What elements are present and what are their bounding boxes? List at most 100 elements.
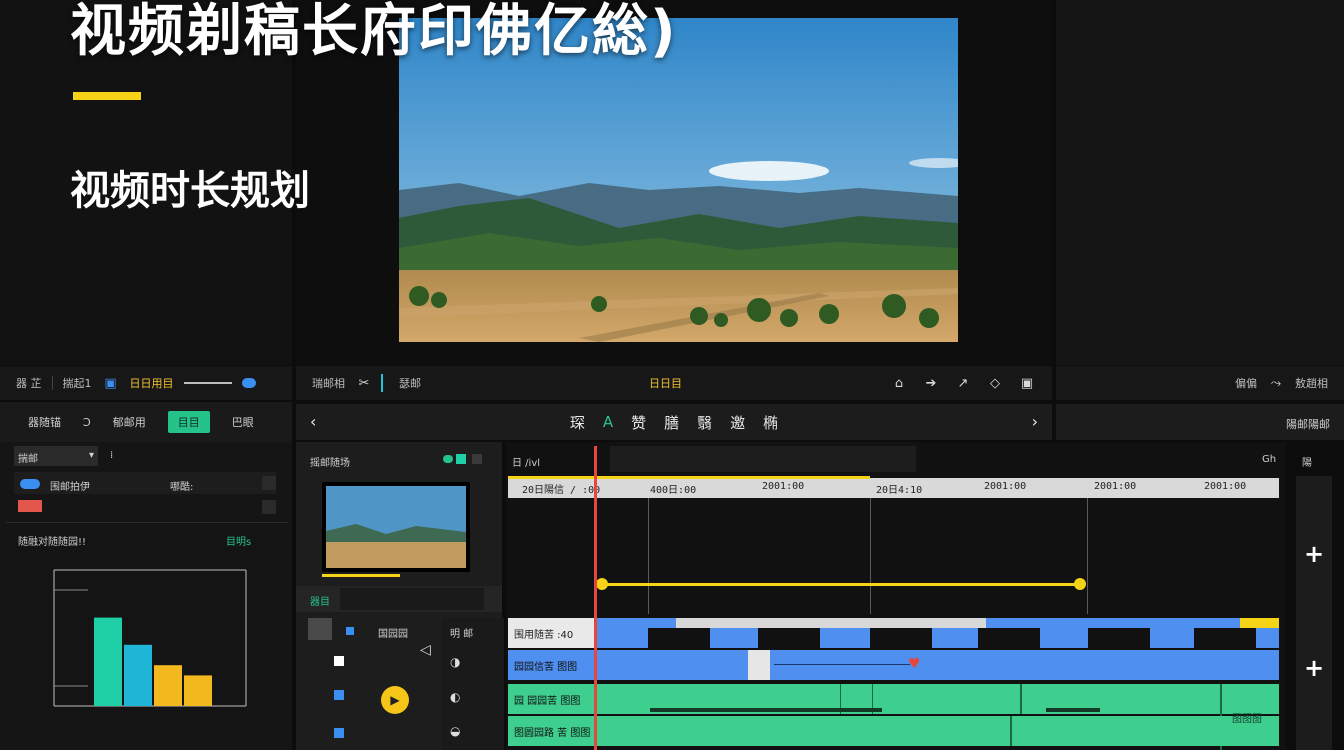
left-panel-tabs: 器随锚 Ↄ 郁邮用 目目 巴眼 <box>0 402 292 442</box>
track-0-white-band <box>676 618 986 628</box>
nav-item-1[interactable]: A <box>603 413 613 431</box>
timeline-header-bar <box>610 446 916 472</box>
up-arrow-icon[interactable]: ↗ <box>954 374 972 392</box>
zoom-slider-knob[interactable] <box>241 378 256 388</box>
track-0-gap-2 <box>758 628 820 648</box>
clip-progress <box>322 574 400 577</box>
track-0-gap-5 <box>1088 628 1150 648</box>
keyframe-end[interactable] <box>1074 578 1086 590</box>
right-panel-header: 陽邮陽邮 <box>1056 404 1344 440</box>
toolbar-right-label-2[interactable]: 敖趙相 <box>1295 375 1328 391</box>
gridline-2 <box>870 498 871 614</box>
blue-marker-2 <box>334 690 344 700</box>
bar-chart <box>53 569 247 707</box>
arrow-right-icon[interactable]: ➔ <box>922 374 940 392</box>
clip-thumbnail[interactable] <box>322 482 470 572</box>
right-toolbar: 偏偏 ⤳ 敖趙相 <box>1056 366 1344 400</box>
ruler-tick-0: 20日陽信 / :00 <box>522 485 601 496</box>
property-label-1: 围邮拍伊 <box>50 482 90 493</box>
property-button[interactable] <box>262 476 276 490</box>
prev-arrow-icon[interactable]: ‹ <box>310 412 316 431</box>
title-accent-bar <box>73 92 141 100</box>
keyframe-start[interactable] <box>596 578 608 590</box>
track-end-label: 图图图 <box>1232 714 1262 725</box>
speaker-icon[interactable]: ◐ <box>450 690 460 704</box>
pointer-icon[interactable]: ◁ <box>420 642 431 658</box>
lock-icon[interactable]: ◒ <box>450 724 460 738</box>
diamond-icon[interactable]: ◇ <box>986 374 1004 392</box>
track-label-2[interactable]: 园 园园苦 图图 <box>508 684 596 714</box>
tab-2-active[interactable]: 目目 <box>167 411 210 433</box>
bar-0 <box>94 617 122 706</box>
toolbar-divider <box>381 374 383 392</box>
audio-icon[interactable]: ◑ <box>450 655 460 669</box>
warning-badge <box>18 500 42 512</box>
track-2-waveform <box>650 708 882 712</box>
cut-icon[interactable]: ✂ <box>355 374 373 392</box>
top-right-panel <box>1056 0 1344 365</box>
heart-icon[interactable]: ♥ <box>908 656 921 672</box>
dropdown-value: 揣邮 <box>18 454 38 465</box>
tab-1[interactable]: 郁邮用 <box>113 414 146 430</box>
time-ruler[interactable]: 20日陽信 / :00 400日:00 2001:00 20日4:10 2001… <box>508 478 1279 498</box>
track-label-1[interactable]: 园园信苦 图图 <box>508 650 596 680</box>
track-label-0[interactable]: 围用随苦 :40 <box>508 618 596 648</box>
right-header-label: 陽邮陽邮 <box>1286 418 1330 431</box>
nav-item-2[interactable]: 赞 <box>631 412 646 433</box>
nav-item-6[interactable]: 椭 <box>763 412 778 433</box>
track-label-3[interactable]: 图圆园路 苦 图图 <box>508 716 596 746</box>
save-icon[interactable]: ▣ <box>102 374 120 392</box>
timeline-header-left: 日 /ivl <box>512 458 541 469</box>
property-button-2[interactable] <box>262 500 276 514</box>
toolbar-left-label-2[interactable]: 揣起1 <box>63 375 92 391</box>
toggle-icon[interactable] <box>20 479 40 489</box>
nav-item-4[interactable]: 翳 <box>697 412 712 433</box>
chevron-down-icon: ▾ <box>88 450 94 461</box>
track-1-clip-handle[interactable] <box>748 650 770 680</box>
media-section-input[interactable] <box>340 588 484 610</box>
playhead[interactable] <box>594 446 597 750</box>
status-square-2 <box>472 454 482 464</box>
nav-item-3[interactable]: 膳 <box>664 412 679 433</box>
clip-label: 国园园 <box>378 629 408 640</box>
blue-marker <box>346 627 354 635</box>
nav-item-0[interactable]: 琛 <box>570 412 585 433</box>
timecode-display: 日日目 <box>649 377 682 390</box>
fullscreen-icon[interactable]: ▣ <box>1018 374 1036 392</box>
blue-marker-3 <box>334 728 344 738</box>
play-button[interactable]: ▶ <box>381 686 409 714</box>
home-icon[interactable]: ⌂ <box>890 374 908 392</box>
media-section-label: 器目 <box>310 597 330 608</box>
ruler-tick-3: 20日4:10 <box>876 485 923 496</box>
track-clip-1[interactable] <box>596 650 1279 680</box>
link-icon[interactable]: ⤳ <box>1267 374 1285 392</box>
tab-0[interactable]: 器随锚 <box>28 414 61 430</box>
tab-icon[interactable]: Ↄ <box>83 416 91 429</box>
add-clip-button[interactable]: + <box>1304 654 1324 682</box>
color-swatch[interactable] <box>308 618 332 640</box>
ruler-tick-1: 400日:00 <box>650 485 697 496</box>
nav-item-5[interactable]: 邀 <box>730 412 745 433</box>
bar-1 <box>124 644 152 706</box>
toolbar-left-label-3: 日日用目 <box>129 377 174 390</box>
hero-title: 视频剃稿长府印佛亿総) <box>70 0 678 64</box>
timeline-header-right-2: 陽 <box>1302 458 1312 469</box>
zoom-slider-track[interactable] <box>183 382 232 384</box>
clip-nav-bar: ‹ 琛 A 赞 膳 翳 邀 椭 › <box>296 404 1052 440</box>
track-2-waveform-2 <box>1046 708 1100 712</box>
track-clip-3[interactable] <box>596 716 1279 746</box>
toolbar-mid-label-1[interactable]: 瑞邮相 <box>312 375 345 391</box>
media-label: 摇邮随场 <box>310 458 350 469</box>
track-0-gap-1 <box>648 628 710 648</box>
dropdown-select[interactable]: 揣邮 ▾ <box>14 446 98 466</box>
chart-badge: 目明s <box>226 537 252 548</box>
tab-3[interactable]: 巴眼 <box>232 414 254 430</box>
add-track-column <box>1296 476 1332 750</box>
track-1-audio-line <box>774 664 910 665</box>
ruler-tick-2: 2001:00 <box>762 481 805 492</box>
gridline-3 <box>1087 498 1088 614</box>
toolbar-right-label-1[interactable]: 偏偏 <box>1235 375 1257 391</box>
add-track-button[interactable]: + <box>1304 540 1324 568</box>
next-arrow-icon[interactable]: › <box>1032 412 1038 431</box>
toolbar-mid-label-2[interactable]: 瑟邮 <box>399 375 421 391</box>
